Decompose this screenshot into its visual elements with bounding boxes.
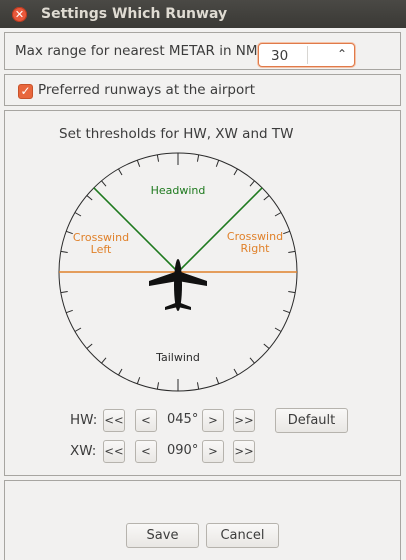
chevron-up-icon[interactable]: ⌃ bbox=[337, 47, 347, 61]
tailwind-label: Tailwind bbox=[155, 351, 200, 364]
range-panel: Max range for nearest METAR in NM: 30 ⌃ bbox=[4, 32, 401, 70]
cancel-button[interactable]: Cancel bbox=[206, 523, 279, 548]
footer-panel: Save Cancel bbox=[4, 480, 401, 560]
crosswind-left-label-2: Left bbox=[91, 243, 112, 256]
xw-fast-increase-button[interactable]: >> bbox=[233, 440, 255, 463]
spin-divider bbox=[307, 46, 308, 64]
dial-tick bbox=[101, 357, 107, 364]
dial-tick bbox=[249, 357, 255, 364]
hw-fast-decrease-button[interactable]: << bbox=[103, 409, 125, 432]
dial-tick bbox=[233, 368, 238, 376]
headwind-boundary-left bbox=[93, 187, 179, 273]
dial-tick bbox=[274, 212, 282, 217]
dial-tick bbox=[233, 168, 238, 176]
xw-fast-decrease-button[interactable]: << bbox=[103, 440, 125, 463]
dial-tick bbox=[136, 160, 141, 167]
dial-tick bbox=[288, 250, 296, 254]
dialog-body: Max range for nearest METAR in NM: 30 ⌃ … bbox=[0, 28, 406, 560]
range-label: Max range for nearest METAR in NM: bbox=[15, 43, 263, 59]
title-bar: ✕ Settings Which Runway bbox=[0, 0, 406, 28]
headwind-label: Headwind bbox=[151, 184, 206, 197]
wind-dial[interactable]: Headwind Crosswind Left Crosswind Right … bbox=[5, 145, 402, 405]
window-title: Settings Which Runway bbox=[41, 6, 228, 22]
dial-tick bbox=[215, 377, 220, 384]
dial-tick bbox=[60, 250, 68, 254]
dial-tick bbox=[283, 309, 290, 314]
dial-tick bbox=[66, 230, 73, 235]
thresholds-heading: Set thresholds for HW, XW and TW bbox=[59, 126, 294, 142]
hw-increase-button[interactable]: > bbox=[202, 409, 224, 432]
preferred-panel: ✓ Preferred runways at the airport bbox=[4, 74, 401, 106]
dial-tick bbox=[215, 160, 220, 167]
range-value[interactable]: 30 bbox=[271, 48, 288, 64]
airplane-icon bbox=[149, 259, 207, 311]
save-button[interactable]: Save bbox=[126, 523, 199, 548]
dial-tick bbox=[86, 343, 93, 349]
dial-tick bbox=[283, 230, 290, 235]
xw-increase-button[interactable]: > bbox=[202, 440, 224, 463]
dial-tick bbox=[118, 168, 123, 176]
dial-tick bbox=[156, 154, 160, 162]
range-spinbox[interactable]: 30 ⌃ bbox=[258, 43, 355, 67]
xw-value: 090° bbox=[167, 443, 199, 458]
dial-tick bbox=[74, 212, 82, 217]
dial-tick bbox=[136, 377, 141, 384]
dial-tick bbox=[196, 154, 200, 162]
hw-value: 045° bbox=[167, 412, 199, 427]
dial-tick bbox=[196, 382, 200, 390]
preferred-label: Preferred runways at the airport bbox=[38, 82, 256, 98]
close-icon[interactable]: ✕ bbox=[12, 7, 27, 22]
dial-tick bbox=[156, 382, 160, 390]
hw-label: HW: bbox=[70, 412, 98, 428]
hw-fast-increase-button[interactable]: >> bbox=[233, 409, 255, 432]
dial-tick bbox=[74, 327, 82, 332]
default-button[interactable]: Default bbox=[275, 408, 348, 433]
dial-tick bbox=[101, 180, 107, 187]
thresholds-panel: Set thresholds for HW, XW and TW Headwin… bbox=[4, 110, 401, 476]
dial-tick bbox=[249, 180, 255, 187]
dial-tick bbox=[60, 290, 68, 294]
crosswind-right-label-2: Right bbox=[241, 242, 271, 255]
dial-tick bbox=[86, 195, 93, 201]
dial-tick bbox=[66, 309, 73, 314]
dial-tick bbox=[274, 327, 282, 332]
dial-tick bbox=[288, 290, 296, 294]
xw-decrease-button[interactable]: < bbox=[135, 440, 157, 463]
xw-label: XW: bbox=[70, 443, 97, 459]
dial-tick bbox=[263, 195, 270, 201]
preferred-checkbox[interactable]: ✓ bbox=[18, 84, 33, 99]
dial-tick bbox=[118, 368, 123, 376]
hw-decrease-button[interactable]: < bbox=[135, 409, 157, 432]
dial-tick bbox=[263, 343, 270, 349]
